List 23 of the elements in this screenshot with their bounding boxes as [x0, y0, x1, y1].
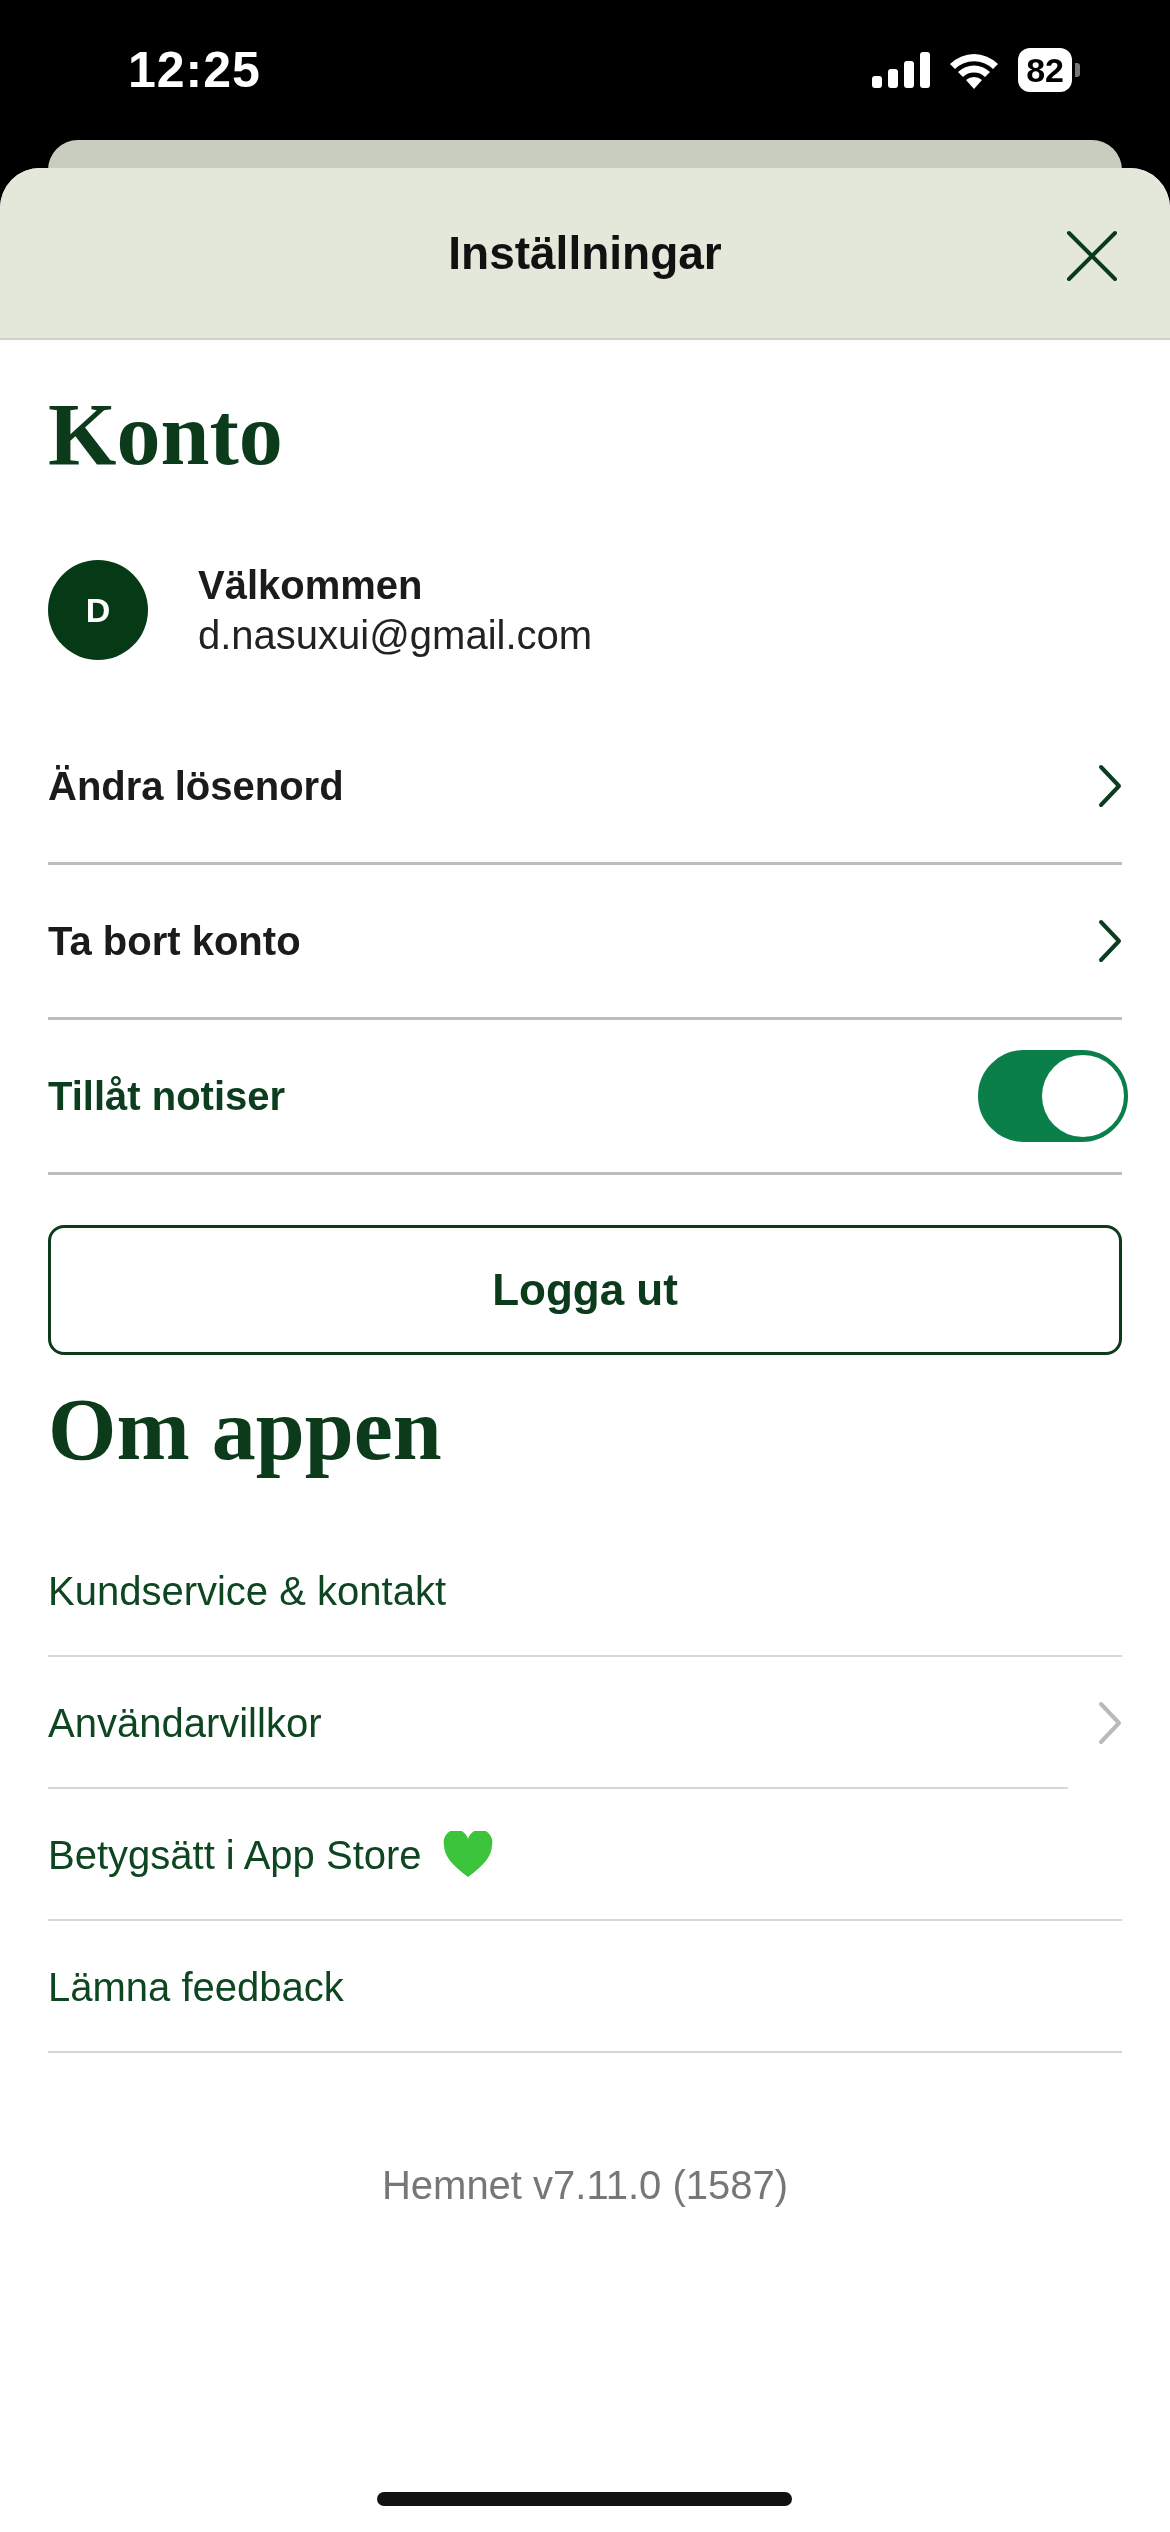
- version-text: Hemnet v7.11.0 (1587): [380, 2163, 790, 2208]
- signal-icon: [872, 52, 931, 88]
- link-text[interactable]: Kundservice & kontakt: [48, 1568, 446, 1614]
- chevron-icon: [1098, 919, 1122, 963]
- heart-icon: [441, 1831, 494, 1879]
- avatar: D: [48, 560, 148, 660]
- chevron-icon: [1098, 764, 1122, 808]
- link-text[interactable]: Lämna feedback: [48, 1964, 344, 2010]
- sheet-title: Inställningar: [448, 226, 722, 280]
- section-heading: Konto: [48, 390, 284, 480]
- row-label[interactable]: Ändra lösenord: [48, 763, 1098, 809]
- close-icon: [1066, 230, 1118, 282]
- link-text[interactable]: Betygsätt i App Store: [48, 1832, 422, 1878]
- link-text[interactable]: Användarvillkor: [48, 1700, 322, 1746]
- close-button[interactable]: [1066, 230, 1118, 282]
- greeting: Välkommen: [198, 562, 424, 609]
- clock: 12:25: [128, 41, 262, 99]
- chevron-icon: [1098, 1701, 1122, 1745]
- row-label[interactable]: Tillåt notiser: [48, 1073, 978, 1119]
- wifi-icon: [948, 51, 1001, 89]
- email: d.nasuxui@gmail.com: [198, 612, 593, 659]
- logout-button[interactable]: Logga ut: [48, 1225, 1122, 1355]
- row-label[interactable]: Ta bort konto: [48, 918, 1098, 964]
